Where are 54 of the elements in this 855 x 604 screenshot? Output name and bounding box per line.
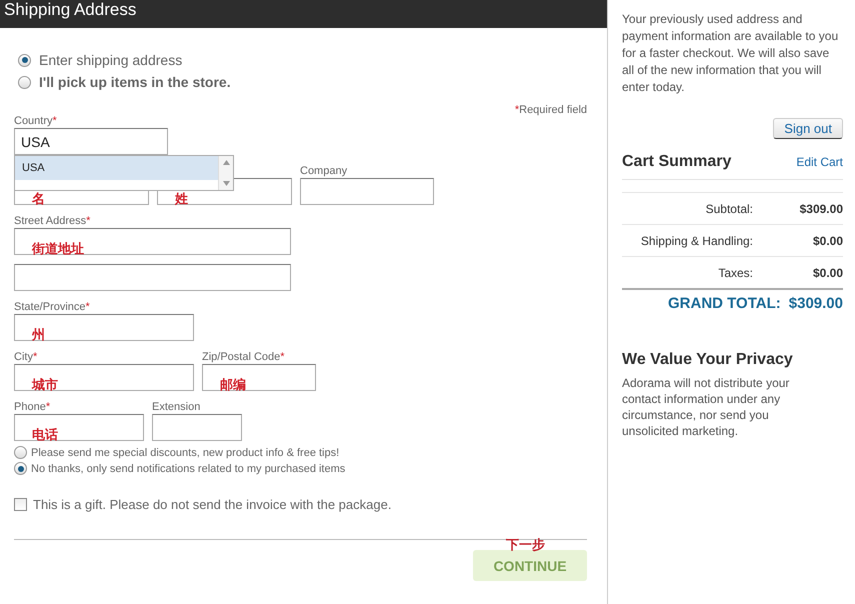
annotation-text: 姓 xyxy=(175,190,188,208)
annotation-text: 州 xyxy=(32,326,45,344)
option-label: No thanks, only send notifications related to my purchased items xyxy=(31,462,346,474)
option-label: Enter shipping address xyxy=(39,52,182,68)
field-label: Extension xyxy=(152,400,202,414)
input-field[interactable] xyxy=(14,414,144,441)
input-field[interactable] xyxy=(14,314,194,341)
field-label: Phone* xyxy=(14,400,52,414)
privacy-text: Adorama will not distribute your contact information under any circumstance, nor send you unsolicited marketing. xyxy=(622,375,790,439)
annotation-text: 名 xyxy=(32,190,45,208)
checkbox-label: This is a gift. Please do not send the invoice with the package. xyxy=(33,497,392,512)
required-note: *Required field xyxy=(514,104,587,116)
summary-value: $309.00 xyxy=(798,202,843,216)
field-label: Company xyxy=(300,164,348,178)
field-label: Street Address* xyxy=(14,214,92,228)
scrollbar[interactable] xyxy=(218,156,233,190)
summary-label: Taxes: xyxy=(718,266,753,280)
grand-total-value: $309.00 xyxy=(788,295,843,312)
input-field[interactable] xyxy=(14,364,194,391)
intro-text: Your previously used address and payment information are available to you for a faster checkout. We will also save all of the new information that you will enter today. xyxy=(622,11,840,96)
radio-button[interactable] xyxy=(18,76,31,88)
option-label: Please send me special discounts, new product info & free tips! xyxy=(31,446,340,458)
scroll-down-icon[interactable] xyxy=(222,181,230,186)
dropdown-option[interactable]: USA xyxy=(15,156,218,180)
input-field[interactable]: USA xyxy=(14,128,168,155)
option-label: I'll pick up items in the store. xyxy=(39,74,231,90)
grand-total-label: GRAND TOTAL: xyxy=(668,295,781,312)
scroll-up-icon[interactable] xyxy=(222,160,230,165)
annotation-text: 邮编 xyxy=(220,376,246,394)
summary-label: Shipping & Handling: xyxy=(640,234,753,248)
field-label: State/Province* xyxy=(14,300,91,314)
radio-button[interactable] xyxy=(18,54,31,66)
privacy-title: We Value Your Privacy xyxy=(622,351,794,369)
checkbox[interactable] xyxy=(14,498,27,511)
annotation-text: 城市 xyxy=(32,376,58,394)
page-title: Shipping Address xyxy=(4,0,136,20)
field-label: Zip/Postal Code* xyxy=(202,350,286,364)
input-field[interactable] xyxy=(14,228,291,255)
input-field[interactable] xyxy=(202,364,316,391)
annotation-text: 电话 xyxy=(32,426,58,444)
radio-button[interactable] xyxy=(14,446,27,459)
radio-button[interactable] xyxy=(14,462,27,475)
input-field[interactable] xyxy=(14,264,291,291)
summary-value: $0.00 xyxy=(812,266,843,280)
edit-cart-link[interactable]: Edit Cart xyxy=(796,155,843,169)
cart-title: Cart Summary xyxy=(622,153,732,171)
input-field[interactable] xyxy=(152,414,242,441)
annotation-text: 街道地址 xyxy=(32,240,84,258)
sign-out-button[interactable]: Sign out xyxy=(773,118,843,139)
field-label: Country* xyxy=(14,114,58,128)
summary-value: $0.00 xyxy=(812,234,843,248)
input-field[interactable] xyxy=(300,178,434,205)
field-label: City* xyxy=(14,350,38,364)
summary-label: Subtotal: xyxy=(706,202,753,216)
